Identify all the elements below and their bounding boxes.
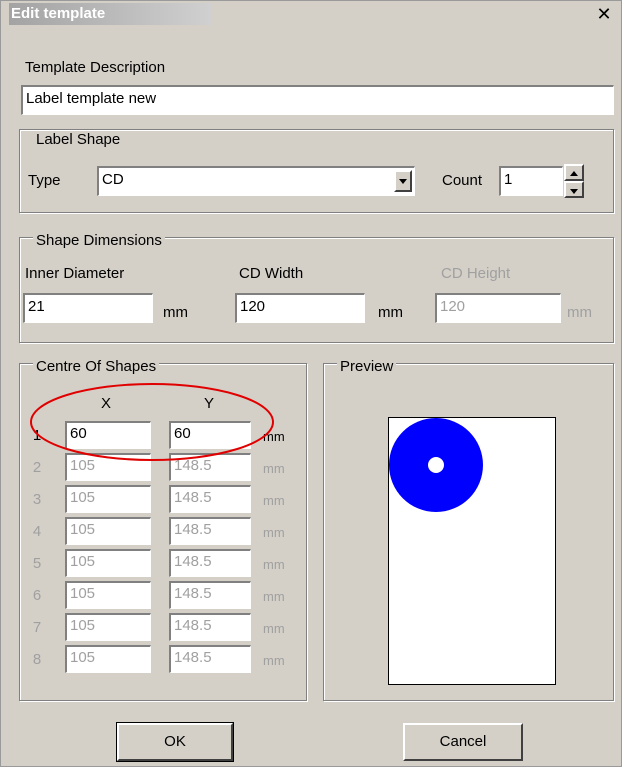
y-input[interactable]: 148.5: [169, 549, 251, 577]
row-number: 7: [32, 619, 42, 636]
row-number: 5: [32, 555, 42, 572]
chevron-up-icon: [570, 171, 578, 176]
cd-height-unit: mm: [567, 304, 592, 321]
window-title: Edit template: [9, 3, 211, 25]
type-label: Type: [28, 172, 61, 189]
y-input[interactable]: 148.5: [169, 645, 251, 673]
unit-label: mm: [263, 589, 285, 604]
inner-diameter-input[interactable]: 21: [23, 293, 153, 323]
unit-label: mm: [263, 557, 285, 572]
row-number: 6: [32, 587, 42, 604]
template-description-label: Template Description: [25, 59, 166, 76]
ok-button[interactable]: OK: [116, 722, 234, 762]
row-number: 3: [32, 491, 42, 508]
x-input[interactable]: 105: [65, 517, 151, 545]
x-input[interactable]: 105: [65, 485, 151, 513]
y-input[interactable]: 148.5: [169, 485, 251, 513]
unit-label: mm: [263, 653, 285, 668]
chevron-down-icon[interactable]: [394, 170, 412, 192]
cd-disc-shape: [389, 418, 483, 512]
cd-width-label: CD Width: [239, 265, 304, 282]
count-down-button[interactable]: [564, 181, 584, 198]
close-icon[interactable]: ✕: [593, 3, 615, 25]
x-input[interactable]: 105: [65, 645, 151, 673]
edit-template-dialog: Edit template ✕ Template Description Lab…: [0, 0, 622, 767]
cd-width-unit: mm: [378, 304, 403, 321]
annotation-ellipse: [30, 383, 274, 461]
chevron-down-icon: [570, 189, 578, 194]
x-input[interactable]: 105: [65, 581, 151, 609]
shape-dimensions-legend: Shape Dimensions: [33, 232, 165, 249]
template-description-input[interactable]: Label template new: [21, 85, 614, 115]
inner-diameter-label: Inner Diameter: [25, 265, 125, 282]
title-bar: Edit template ✕: [1, 1, 621, 29]
count-label: Count: [442, 172, 483, 189]
y-input[interactable]: 148.5: [169, 613, 251, 641]
cd-height-label: CD Height: [441, 265, 511, 282]
x-input[interactable]: 105: [65, 549, 151, 577]
cd-height-input[interactable]: 120: [435, 293, 561, 323]
unit-label: mm: [263, 493, 285, 508]
cd-width-input[interactable]: 120: [235, 293, 365, 323]
inner-diameter-unit: mm: [163, 304, 188, 321]
unit-label: mm: [263, 621, 285, 636]
x-input[interactable]: 105: [65, 613, 151, 641]
preview-legend: Preview: [337, 358, 397, 375]
row-number: 4: [32, 523, 42, 540]
label-shape-legend: Label Shape: [33, 131, 124, 148]
y-input[interactable]: 148.5: [169, 581, 251, 609]
type-select[interactable]: CD: [97, 166, 415, 196]
centre-of-shapes-legend: Centre Of Shapes: [33, 358, 160, 375]
unit-label: mm: [263, 525, 285, 540]
row-number: 8: [32, 651, 42, 668]
count-input[interactable]: 1: [499, 166, 563, 196]
count-up-button[interactable]: [564, 164, 584, 181]
y-input[interactable]: 148.5: [169, 517, 251, 545]
cancel-button[interactable]: Cancel: [403, 723, 523, 761]
shape-dimensions-group: [19, 237, 614, 343]
preview-page: [388, 417, 556, 685]
